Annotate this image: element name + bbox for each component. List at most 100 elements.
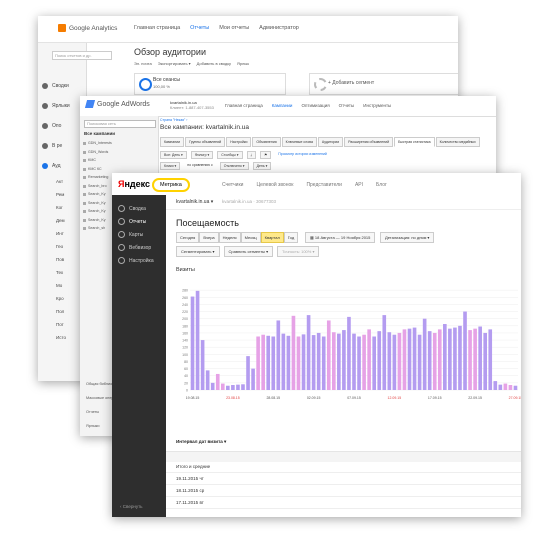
- ga-side-subitem[interactable]: Кро: [56, 296, 64, 301]
- aw-tab[interactable]: Быстрая статистика: [394, 137, 435, 147]
- ga-side-item[interactable]: Ярлыки: [52, 103, 70, 109]
- aw-tab[interactable]: Ключевые слова: [281, 137, 317, 147]
- ga-nav-item[interactable]: Главная страница: [134, 25, 180, 31]
- campaign-item[interactable]: Search_Ky: [83, 192, 106, 196]
- campaign-item[interactable]: Search_Ky: [83, 218, 106, 222]
- aw-tab[interactable]: Объявления: [252, 137, 281, 147]
- period-button[interactable]: Месяц: [240, 232, 261, 243]
- campaign-item[interactable]: GDN_Interests: [83, 141, 112, 145]
- ga-side-item[interactable]: В ре: [52, 143, 62, 149]
- aw-nav-item[interactable]: Кампании: [272, 103, 293, 108]
- aw-control[interactable]: ⚑: [260, 151, 272, 159]
- aw-tab[interactable]: Аудитории: [317, 137, 344, 147]
- yandex-logo[interactable]: Яндекс: [118, 179, 150, 189]
- aw-control[interactable]: Все: День ▾: [160, 151, 187, 159]
- account-selector[interactable]: kvartalnik.in.ua Клиент: 1-887-407-3553: [170, 100, 214, 110]
- ga-side-subitem[interactable]: Тех: [56, 270, 63, 275]
- date-range-picker[interactable]: ▦ 18 Августа — 19 Ноября 2015: [305, 232, 376, 243]
- campaign-item[interactable]: Remarketing: [82, 175, 108, 179]
- aw-control[interactable]: Просмотр истории изменений: [275, 151, 330, 159]
- ym-side-item[interactable]: Сводка: [118, 205, 146, 212]
- period-button[interactable]: Квартал: [260, 232, 284, 243]
- ga-side-subitem[interactable]: Пот: [56, 322, 64, 327]
- ym-nav-item[interactable]: Представители: [306, 182, 342, 188]
- ga-side-subitem[interactable]: Пол: [56, 309, 64, 314]
- period-button[interactable]: Сегодня: [176, 232, 200, 243]
- ym-nav-item[interactable]: Целевой звонок: [256, 182, 293, 188]
- segment-button[interactable]: Сегментировать ▾: [176, 246, 220, 257]
- breadcrumb[interactable]: Страна "Некая" ›: [160, 118, 187, 122]
- ga-search-input[interactable]: Поиск отчетов и др.: [52, 51, 112, 60]
- aw-side-link[interactable]: Ярлыки: [86, 424, 99, 428]
- add-segment-button[interactable]: + Добавить сегмент: [309, 73, 458, 95]
- ga-tool-button[interactable]: Экспортировать ▾: [158, 61, 191, 66]
- ga-side-item[interactable]: Сводки: [52, 83, 69, 89]
- segment-all-sessions[interactable]: Все сеансы 100,00 %: [134, 73, 286, 95]
- aw-chart-control[interactable]: День ▾: [252, 162, 272, 170]
- aw-control[interactable]: Столбцы ▾: [217, 151, 243, 159]
- table-row[interactable]: 17.11.2015 вт: [166, 497, 521, 509]
- ga-side-subitem[interactable]: Дем: [56, 218, 65, 223]
- ga-nav-item[interactable]: Администратор: [259, 25, 299, 31]
- site-selector[interactable]: kvartalnik.in.ua ▾: [176, 199, 213, 205]
- aw-tab[interactable]: Группы объявлений: [185, 137, 226, 147]
- ga-side-subitem[interactable]: Исто: [56, 335, 66, 340]
- campaign-item[interactable]: Search_bro: [83, 184, 107, 188]
- aw-side-link[interactable]: Отчеты: [86, 410, 99, 414]
- ga-logo[interactable]: Google Analytics: [58, 24, 117, 32]
- ga-side-subitem[interactable]: Акт: [56, 179, 63, 184]
- aw-nav-item[interactable]: Главная страница: [225, 103, 263, 108]
- ym-side-item[interactable]: Вебвизор: [118, 244, 151, 251]
- campaign-item[interactable]: Search_Ky: [83, 209, 106, 213]
- ga-nav-item[interactable]: Отчеты: [190, 25, 209, 31]
- aw-tab[interactable]: Количество медийных: [435, 137, 480, 147]
- ga-side-subitem[interactable]: Мо: [56, 283, 62, 288]
- aw-tab[interactable]: Настройки: [226, 137, 252, 147]
- period-button[interactable]: Вчера: [199, 232, 219, 243]
- table-row[interactable]: 19.11.2015 чт: [166, 473, 521, 485]
- aw-chart-control[interactable]: Отключено ▾: [219, 162, 249, 170]
- ym-side-item[interactable]: Настройка: [118, 257, 154, 264]
- ga-side-subitem[interactable]: Гео: [56, 244, 63, 249]
- ga-side-item[interactable]: Ауд: [52, 163, 61, 169]
- campaign-item[interactable]: KMC: [83, 158, 96, 162]
- ym-nav-item[interactable]: Блог: [376, 182, 387, 188]
- campaign-item[interactable]: KMC КС: [83, 167, 102, 171]
- campaign-item[interactable]: GDN_Words: [82, 150, 108, 154]
- aw-tab[interactable]: Расширения объявлений: [344, 137, 394, 147]
- ga-tool-button[interactable]: Эл. почта: [134, 61, 152, 66]
- campaign-item[interactable]: Search_Ky: [83, 201, 106, 205]
- detail-selector[interactable]: Детализация: по дням ▾: [380, 232, 435, 243]
- ym-nav-item[interactable]: Счетчики: [222, 182, 243, 188]
- metrika-badge[interactable]: Метрика: [152, 178, 190, 192]
- ga-nav-item[interactable]: Мои отчеты: [219, 25, 249, 31]
- period-button[interactable]: Неделя: [218, 232, 241, 243]
- table-row[interactable]: Итого и средние: [166, 461, 521, 473]
- ga-side-subitem[interactable]: Пов: [56, 257, 64, 262]
- ga-side-subitem[interactable]: Инт: [56, 231, 64, 236]
- campaign-item[interactable]: Search_sh: [82, 226, 105, 230]
- ym-nav-item[interactable]: API: [355, 182, 363, 188]
- collapse-button[interactable]: ‹ Свернуть: [120, 504, 143, 509]
- aw-logo[interactable]: Google AdWords: [84, 100, 150, 108]
- all-campaigns-link[interactable]: Все кампании: [84, 131, 115, 136]
- aw-nav-item[interactable]: Инструменты: [363, 103, 391, 108]
- period-button[interactable]: Год: [283, 232, 299, 243]
- aw-nav-item[interactable]: Оптимизация: [301, 103, 329, 108]
- ga-side-subitem[interactable]: Ког: [56, 205, 63, 210]
- ga-tool-button[interactable]: Ярлык: [237, 61, 249, 66]
- aw-nav-item[interactable]: Отчеты: [339, 103, 355, 108]
- aw-chart-control[interactable]: Клики ▾: [160, 162, 181, 170]
- segment-button[interactable]: Сравнить сегменты ▾: [223, 246, 274, 257]
- ym-side-item[interactable]: Отчеты: [118, 218, 146, 225]
- ga-side-subitem[interactable]: Рем: [56, 192, 64, 197]
- aw-control[interactable]: Фильтр ▾: [190, 151, 214, 159]
- interval-dropdown[interactable]: Интервал дат визита ▾: [176, 439, 226, 445]
- table-row[interactable]: 18.11.2015 ср: [166, 485, 521, 497]
- ym-side-item[interactable]: Карты: [118, 231, 143, 238]
- aw-search-input[interactable]: Поисковая сеть: [84, 120, 156, 128]
- ga-side-item[interactable]: Опо: [52, 123, 61, 129]
- aw-tab[interactable]: Кампании: [160, 137, 185, 147]
- aw-control[interactable]: ⤓: [246, 151, 257, 159]
- ga-tool-button[interactable]: Добавить в сводку: [197, 61, 231, 66]
